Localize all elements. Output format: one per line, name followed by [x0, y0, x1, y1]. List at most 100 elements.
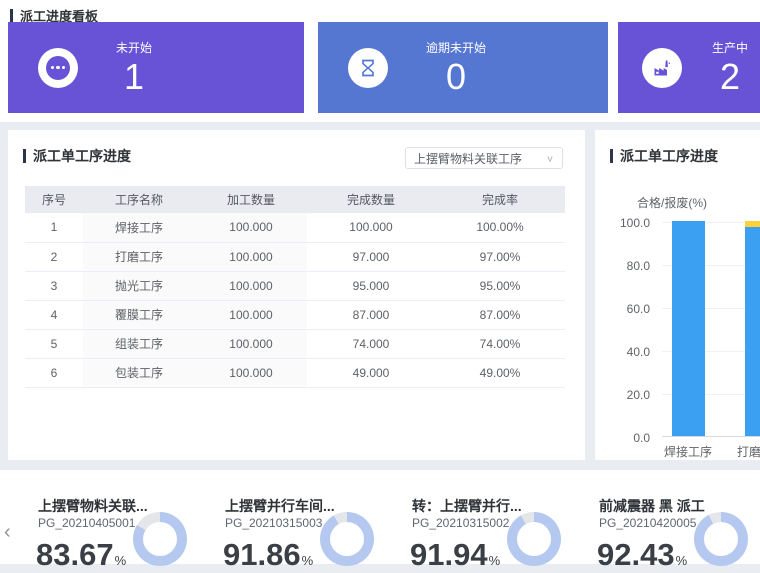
- bar-qualified-segment: [672, 221, 705, 436]
- title-accent-bar: [610, 149, 613, 163]
- hourglass-icon: [348, 48, 388, 88]
- cell-rate: 87.00%: [435, 300, 565, 329]
- cell-index: 3: [25, 271, 83, 300]
- x-tick-label: 焊接工序: [653, 443, 723, 460]
- percent-sign: %: [676, 553, 688, 568]
- bar-grinding: [745, 221, 760, 436]
- ellipsis-icon: [38, 48, 78, 88]
- work-order-code: PG_20210405001: [38, 516, 135, 530]
- table-header-row: 序号 工序名称 加工数量 完成数量 完成率: [25, 186, 565, 213]
- process-filter-dropdown[interactable]: 上摆臂物料关联工序 ∨: [405, 147, 563, 169]
- bar-chart-plot-area: [662, 222, 760, 437]
- col-header-qty: 加工数量: [195, 186, 307, 213]
- cell-rate: 49.00%: [435, 358, 565, 387]
- col-header-index: 序号: [25, 186, 83, 213]
- cell-qty: 100.000: [195, 300, 307, 329]
- cell-index: 6: [25, 358, 83, 387]
- cell-index: 1: [25, 213, 83, 242]
- progress-donut-chart: [320, 512, 374, 566]
- table-row: 4 覆膜工序 100.000 87.000 87.00%: [25, 300, 565, 329]
- cell-name: 组装工序: [83, 329, 195, 358]
- process-progress-panel: 派工单工序进度 上摆臂物料关联工序 ∨ 序号 工序名称 加工数量 完成数量 完成…: [8, 130, 585, 460]
- cell-qty: 100.000: [195, 242, 307, 271]
- chart-panel-title: 派工单工序进度: [620, 146, 718, 166]
- work-order-carousel: ‹ 上摆臂物料关联... PG_20210405001 83.67% 上摆臂并行…: [0, 470, 760, 564]
- table-row: 3 抛光工序 100.000 95.000 95.00%: [25, 271, 565, 300]
- cell-rate: 74.00%: [435, 329, 565, 358]
- work-order-card[interactable]: 转：上摆臂并行... PG_20210315002 91.94%: [399, 470, 586, 564]
- stat-card-in-production: 生产中 2: [618, 22, 760, 113]
- table-row: 2 打磨工序 100.000 97.000 97.00%: [25, 242, 565, 271]
- col-header-done: 完成数量: [307, 186, 435, 213]
- col-header-name: 工序名称: [83, 186, 195, 213]
- col-header-rate: 完成率: [435, 186, 565, 213]
- cell-qty: 100.000: [195, 358, 307, 387]
- work-order-card[interactable]: 上摆臂物料关联... PG_20210405001 83.67%: [25, 470, 212, 564]
- cell-rate: 100.00%: [435, 213, 565, 242]
- work-order-title: 上摆臂并行车间...: [225, 496, 335, 516]
- work-order-percent: 83.67: [36, 537, 114, 572]
- top-section: 派工进度看板 未开始 1 逾期未开始 0 生产: [0, 0, 760, 122]
- process-table: 序号 工序名称 加工数量 完成数量 完成率 1 焊接工序 100.000 100…: [25, 186, 565, 388]
- stat-label: 生产中: [712, 39, 748, 56]
- cell-rate: 95.00%: [435, 271, 565, 300]
- cell-done: 100.000: [307, 213, 435, 242]
- cell-qty: 100.000: [195, 271, 307, 300]
- title-accent-bar: [10, 9, 13, 22]
- cell-done: 95.000: [307, 271, 435, 300]
- cell-index: 2: [25, 242, 83, 271]
- y-tick: 80.0: [595, 259, 650, 273]
- cell-index: 4: [25, 300, 83, 329]
- y-tick: 100.0: [595, 216, 650, 230]
- percent-sign: %: [302, 553, 314, 568]
- bar-welding: [672, 221, 705, 436]
- cell-done: 74.000: [307, 329, 435, 358]
- percent-sign: %: [489, 553, 501, 568]
- work-order-percent: 92.43: [597, 537, 675, 572]
- title-accent-bar: [23, 149, 26, 163]
- cell-name: 覆膜工序: [83, 300, 195, 329]
- work-order-code: PG_20210315003: [225, 516, 322, 530]
- work-order-percent: 91.86: [223, 537, 301, 572]
- progress-donut-chart: [133, 512, 187, 566]
- percent-sign: %: [115, 553, 127, 568]
- dropdown-selected-value: 上摆臂物料关联工序: [414, 150, 546, 167]
- table-row: 5 组装工序 100.000 74.000 74.00%: [25, 329, 565, 358]
- y-axis-label: 合格/报废(%): [637, 194, 707, 211]
- work-order-title: 前减震器 黑 派工: [599, 496, 705, 516]
- progress-donut-chart: [507, 512, 561, 566]
- table-row: 6 包装工序 100.000 49.000 49.00%: [25, 358, 565, 387]
- stat-label: 逾期未开始: [426, 39, 486, 56]
- y-tick: 60.0: [595, 302, 650, 316]
- cell-done: 87.000: [307, 300, 435, 329]
- cell-qty: 100.000: [195, 213, 307, 242]
- bar-qualified-segment: [745, 227, 760, 436]
- cell-qty: 100.000: [195, 329, 307, 358]
- process-panel-title: 派工单工序进度: [33, 146, 131, 166]
- work-order-code: PG_20210315002: [412, 516, 509, 530]
- process-chart-panel: 派工单工序进度 合格/报废(%) 100.0 80.0 60.0 40.0 20…: [595, 130, 760, 460]
- cell-done: 97.000: [307, 242, 435, 271]
- cell-index: 5: [25, 329, 83, 358]
- stat-value: 2: [712, 58, 748, 96]
- work-order-card[interactable]: 上摆臂并行车间... PG_20210315003 91.86%: [212, 470, 399, 564]
- x-tick-label: 打磨工序: [726, 443, 760, 460]
- carousel-prev-icon[interactable]: ‹: [4, 522, 11, 542]
- cell-done: 49.000: [307, 358, 435, 387]
- cell-name: 焊接工序: [83, 213, 195, 242]
- work-order-card[interactable]: 前减震器 黑 派工 PG_20210420005 92.43%: [586, 470, 760, 564]
- progress-donut-chart: [694, 512, 748, 566]
- work-order-code: PG_20210420005: [599, 516, 696, 530]
- work-order-percent: 91.94: [410, 537, 488, 572]
- cell-name: 打磨工序: [83, 242, 195, 271]
- y-tick: 40.0: [595, 345, 650, 359]
- stat-value: 0: [426, 58, 486, 96]
- work-order-title: 转：上摆臂并行...: [412, 496, 522, 516]
- stat-label: 未开始: [116, 39, 152, 56]
- cell-name: 抛光工序: [83, 271, 195, 300]
- factory-icon: [642, 48, 682, 88]
- work-order-title: 上摆臂物料关联...: [38, 496, 148, 516]
- y-tick: 20.0: [595, 388, 650, 402]
- cell-name: 包装工序: [83, 358, 195, 387]
- y-tick: 0.0: [595, 431, 650, 445]
